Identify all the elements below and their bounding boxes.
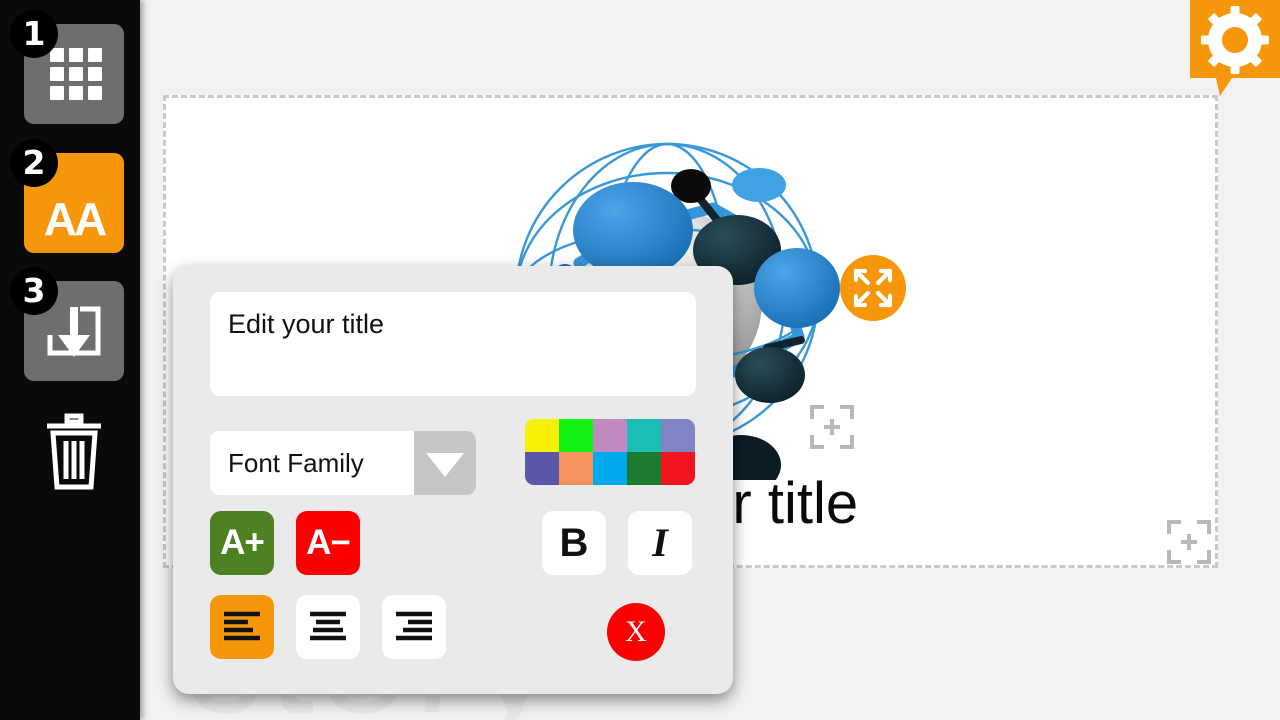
align-left-button[interactable] xyxy=(210,595,274,659)
align-right-icon xyxy=(396,611,432,641)
font-family-select[interactable]: Font Family xyxy=(210,431,476,495)
tool-badge-2: 2 xyxy=(10,139,58,187)
font-family-select-label: Font Family xyxy=(228,448,364,478)
add-image-placeholder-icon[interactable] xyxy=(808,403,856,451)
chevron-down-icon[interactable] xyxy=(414,431,476,495)
bold-label: B xyxy=(559,521,589,565)
close-dialog-button[interactable]: X xyxy=(607,603,665,661)
align-center-icon xyxy=(310,611,346,641)
app-root: ctory xyxy=(0,0,1280,720)
palette-swatch-teal[interactable] xyxy=(627,419,661,452)
palette-swatch-skyblue[interactable] xyxy=(593,452,627,485)
close-icon: X xyxy=(625,615,647,648)
gear-icon xyxy=(1201,6,1269,74)
increase-font-size-button[interactable]: A+ xyxy=(210,511,274,575)
text-aa-icon: AA xyxy=(43,193,107,245)
align-right-button[interactable] xyxy=(382,595,446,659)
tool-badge-1: 1 xyxy=(10,10,58,58)
color-palette[interactable] xyxy=(525,419,695,485)
title-input[interactable] xyxy=(210,292,696,396)
palette-swatch-yellow[interactable] xyxy=(525,419,559,452)
align-left-icon xyxy=(224,611,260,641)
decrease-font-size-button[interactable]: A− xyxy=(296,511,360,575)
align-center-button[interactable] xyxy=(296,595,360,659)
delete-tool[interactable] xyxy=(24,405,124,505)
palette-swatch-darkgreen[interactable] xyxy=(627,452,661,485)
save-export-tool[interactable]: 3 xyxy=(10,267,124,381)
italic-label: I xyxy=(652,520,668,565)
decrease-font-size-label: A− xyxy=(306,523,351,562)
tool-badge-3: 3 xyxy=(10,267,58,315)
palette-swatch-mauve[interactable] xyxy=(593,419,627,452)
palette-swatch-indigo[interactable] xyxy=(525,452,559,485)
palette-swatch-periwinkle[interactable] xyxy=(661,419,695,452)
palette-swatch-salmon[interactable] xyxy=(559,452,593,485)
download-icon xyxy=(47,306,101,357)
increase-font-size-label: A+ xyxy=(220,523,265,562)
grid-layout-tool[interactable]: 1 xyxy=(10,10,124,124)
grid-icon xyxy=(50,48,102,100)
text-tool[interactable]: 2 AA xyxy=(10,139,124,253)
expand-arrows-icon[interactable] xyxy=(840,255,906,321)
palette-swatch-red[interactable] xyxy=(661,452,695,485)
italic-button[interactable]: I xyxy=(628,511,692,575)
settings-button[interactable] xyxy=(1190,0,1280,96)
trash-icon xyxy=(47,413,101,490)
palette-swatch-green[interactable] xyxy=(559,419,593,452)
bold-button[interactable]: B xyxy=(542,511,606,575)
text-edit-dialog: Font Family A+ A− B I xyxy=(173,266,733,694)
left-tool-rail: 1 2 AA 3 xyxy=(0,0,140,720)
